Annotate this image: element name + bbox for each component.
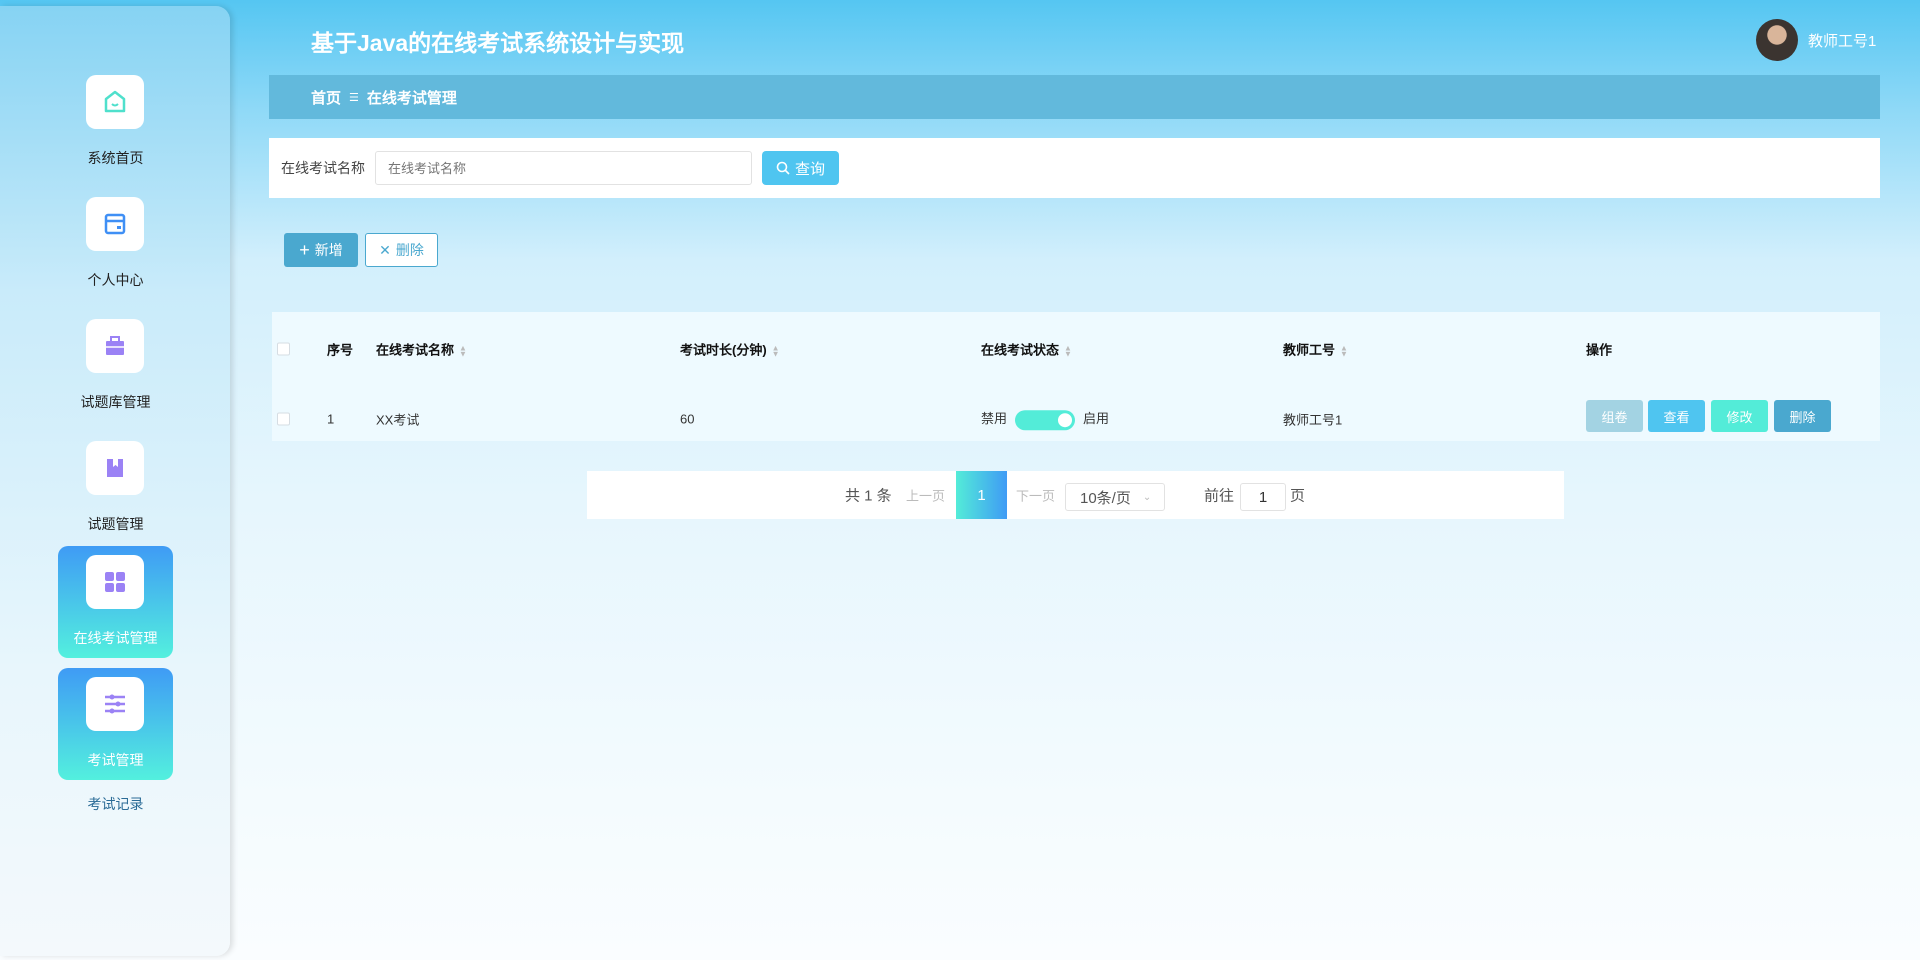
card-icon — [86, 197, 144, 251]
header-actions: 操作 — [1586, 342, 1613, 358]
sidebar-item-profile[interactable]: 个人中心 — [58, 188, 173, 300]
sidebar: 系统首页 个人中心 试题库管理 试题管理 在线考试管理 考试管理 考试记录 — [0, 6, 230, 956]
sidebar-item-label: 试题库管理 — [80, 394, 151, 410]
goto-label: 前往 — [1204, 487, 1235, 505]
sidebar-item-question-bank[interactable]: 试题库管理 — [58, 310, 173, 422]
goto-page-input[interactable]: 1 — [1240, 483, 1286, 511]
book-icon — [86, 441, 144, 495]
row-checkbox[interactable] — [277, 412, 290, 426]
sidebar-item-exam-management[interactable]: 考试管理 — [58, 668, 173, 780]
sidebar-item-label: 系统首页 — [87, 150, 144, 166]
plus-icon: + — [299, 239, 310, 260]
cell-duration: 60 — [680, 411, 695, 427]
submenu-exam-records[interactable]: 考试记录 — [58, 794, 173, 814]
search-icon — [776, 161, 790, 175]
sidebar-item-home[interactable]: 系统首页 — [58, 66, 173, 178]
cell-name: XX考试 — [376, 412, 420, 428]
delete-label: 删除 — [395, 242, 424, 258]
cell-status: 禁用 启用 — [981, 408, 1109, 430]
search-input[interactable] — [375, 151, 752, 185]
avatar — [1756, 19, 1798, 61]
status-on-label: 启用 — [1083, 411, 1110, 427]
close-icon: ✕ — [379, 241, 391, 258]
page-size-select[interactable]: 10条/页 ⌄ — [1065, 483, 1165, 511]
total-count: 共 1 条 — [845, 487, 892, 505]
cell-teacher: 教师工号1 — [1283, 412, 1343, 428]
row-delete-button[interactable]: 删除 — [1774, 400, 1831, 432]
sort-icon[interactable]: ▲ ▼ — [459, 344, 467, 358]
pagination: 共 1 条 上一页 1 下一页 10条/页 ⌄ 前往 1 页 — [587, 471, 1564, 519]
sidebar-item-label: 考试管理 — [87, 752, 144, 768]
search-button[interactable]: 查询 — [762, 151, 839, 185]
sort-icon[interactable]: ▲ ▼ — [1064, 344, 1072, 358]
sidebar-item-label: 个人中心 — [87, 272, 144, 288]
add-label: 新增 — [314, 242, 343, 258]
compose-paper-button[interactable]: 组卷 — [1586, 400, 1643, 432]
add-button[interactable]: + 新增 — [284, 233, 358, 267]
username: 教师工号1 — [1808, 32, 1877, 50]
sidebar-item-label: 在线考试管理 — [73, 630, 158, 646]
breadcrumb-separator-icon: ☰ — [349, 91, 359, 104]
page-suffix: 页 — [1290, 487, 1306, 505]
search-panel: 在线考试名称 查询 — [269, 138, 1880, 198]
sort-icon[interactable]: ▲ ▼ — [772, 344, 780, 358]
select-all-checkbox[interactable] — [277, 342, 290, 356]
header-status[interactable]: 在线考试状态 ▲ ▼ — [981, 340, 1072, 359]
delete-button[interactable]: ✕ 删除 — [365, 233, 438, 267]
view-button[interactable]: 查看 — [1648, 400, 1705, 432]
header-duration[interactable]: 考试时长(分钟) ▲ ▼ — [680, 340, 780, 359]
header-teacher[interactable]: 教师工号 ▲ ▼ — [1283, 340, 1348, 359]
sidebar-item-questions[interactable]: 试题管理 — [58, 432, 173, 544]
page-size-value: 10条/页 — [1080, 489, 1131, 507]
breadcrumb-home[interactable]: 首页 — [311, 87, 341, 108]
header-index: 序号 — [327, 342, 354, 358]
header-name[interactable]: 在线考试名称 ▲ ▼ — [376, 340, 467, 359]
sidebar-item-label: 试题管理 — [87, 516, 144, 532]
chevron-down-icon: ⌄ — [1142, 491, 1152, 503]
breadcrumb-current: 在线考试管理 — [366, 89, 457, 107]
page-number-1[interactable]: 1 — [956, 471, 1007, 519]
search-label: 在线考试名称 — [281, 160, 365, 176]
status-toggle[interactable] — [1015, 409, 1076, 430]
prev-page-button[interactable]: 上一页 — [906, 486, 945, 505]
grid-icon — [86, 555, 144, 609]
breadcrumb: 首页 ☰ 在线考试管理 — [269, 75, 1880, 119]
user-menu[interactable]: 教师工号1 — [1756, 19, 1876, 61]
home-icon — [86, 75, 144, 129]
cell-index: 1 — [327, 411, 335, 427]
edit-button[interactable]: 修改 — [1711, 400, 1768, 432]
search-button-label: 查询 — [794, 160, 825, 178]
sort-icon[interactable]: ▲ ▼ — [1340, 344, 1348, 358]
status-off-label: 禁用 — [981, 411, 1008, 427]
sliders-icon — [86, 677, 144, 731]
briefcase-icon — [86, 319, 144, 373]
sidebar-item-online-exam[interactable]: 在线考试管理 — [58, 546, 173, 658]
next-page-button[interactable]: 下一页 — [1016, 486, 1055, 505]
app-title: 基于Java的在线考试系统设计与实现 — [311, 30, 685, 56]
